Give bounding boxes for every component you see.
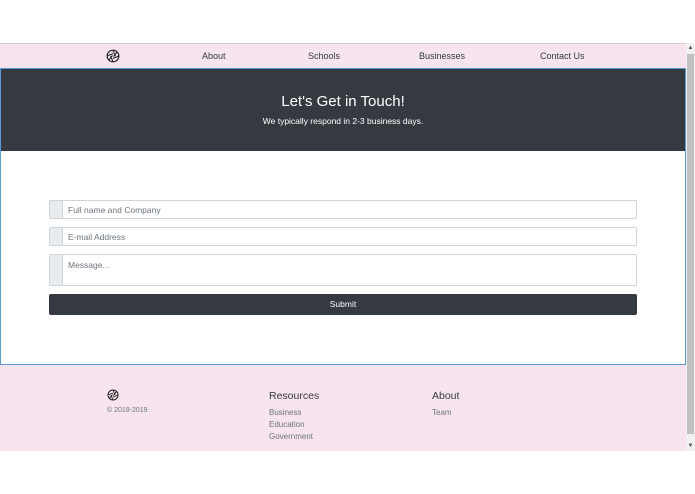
aperture-icon[interactable] [106,49,120,63]
nav-link-contact-us[interactable]: Contact Us [540,51,585,61]
footer: © 2018-2019 Resources Business Education… [0,365,686,451]
footer-resources-heading: Resources [269,390,320,402]
hero-banner: Let's Get in Touch! We typically respond… [1,69,685,151]
hero-subtitle: We typically respond in 2-3 business day… [262,116,424,126]
footer-about-heading: About [432,390,460,402]
message-textarea[interactable] [68,260,632,285]
name-field [49,200,637,219]
nav-link-about[interactable]: About [202,51,226,61]
message-field [49,254,637,286]
scroll-down-arrow-icon[interactable]: ▼ [686,441,695,451]
submit-button[interactable]: Submit [49,294,637,315]
aperture-icon [107,389,119,401]
footer-link-government[interactable]: Government [269,432,313,441]
email-field-addon [50,228,63,245]
name-input[interactable] [68,201,632,218]
message-field-addon [50,255,63,285]
hero-title: Let's Get in Touch! [281,93,405,110]
scroll-up-arrow-icon[interactable]: ▲ [686,43,695,53]
page-viewport: About Schools Businesses Contact Us Let'… [0,43,686,451]
email-field [49,227,637,246]
vertical-scrollbar[interactable]: ▲ ▼ [686,43,695,451]
footer-link-team[interactable]: Team [432,408,452,417]
copyright-text: © 2018-2019 [107,407,148,414]
name-field-addon [50,201,63,218]
navbar: About Schools Businesses Contact Us [0,43,686,68]
nav-link-schools[interactable]: Schools [308,51,340,61]
nav-link-businesses[interactable]: Businesses [419,51,465,61]
footer-link-business[interactable]: Business [269,408,301,417]
footer-link-education[interactable]: Education [269,420,305,429]
email-input[interactable] [68,228,632,245]
scrollbar-thumb[interactable] [687,54,694,434]
